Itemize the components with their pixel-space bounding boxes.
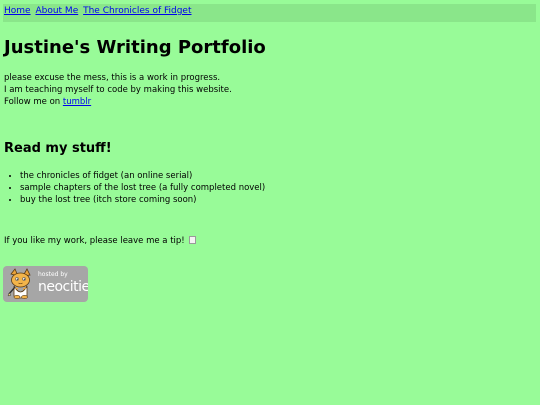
list-item: buy the lost tree (itch store coming soo… xyxy=(20,194,265,206)
broken-image-icon[interactable] xyxy=(189,236,197,244)
neocities-badge[interactable]: hosted by neocities xyxy=(3,266,88,302)
top-navigation-bar: Home About Me The Chronicles of Fidget xyxy=(3,4,536,22)
intro-line-1: please excuse the mess, this is a work i… xyxy=(4,73,221,83)
page: Home About Me The Chronicles of Fidget J… xyxy=(0,0,540,405)
tip-text: If you like my work, please leave me a t… xyxy=(4,236,185,246)
nav-link-home[interactable]: Home xyxy=(4,6,31,16)
works-list: the chronicles of fidget (an online seri… xyxy=(0,170,265,206)
neocities-cat-icon xyxy=(7,268,31,299)
nav-link-about-me[interactable]: About Me xyxy=(35,6,78,16)
list-item: sample chapters of the lost tree (a full… xyxy=(20,182,265,194)
read-my-stuff-heading: Read my stuff! xyxy=(4,141,112,156)
tip-line: If you like my work, please leave me a t… xyxy=(4,235,197,247)
nav-link-chronicles-of-fidget[interactable]: The Chronicles of Fidget xyxy=(83,6,191,16)
intro-line-3: Follow me on tumblr xyxy=(4,96,232,108)
page-title: Justine's Writing Portfolio xyxy=(4,37,266,58)
intro-line-2: I am teaching myself to code by making t… xyxy=(4,85,232,95)
neocities-wordmark: neocities xyxy=(38,279,88,295)
tumblr-link[interactable]: tumblr xyxy=(63,97,91,107)
list-item: the chronicles of fidget (an online seri… xyxy=(20,170,265,182)
hosted-by-label: hosted by xyxy=(38,271,68,278)
follow-me-text: Follow me on xyxy=(4,97,63,107)
intro-text: please excuse the mess, this is a work i… xyxy=(4,72,232,108)
